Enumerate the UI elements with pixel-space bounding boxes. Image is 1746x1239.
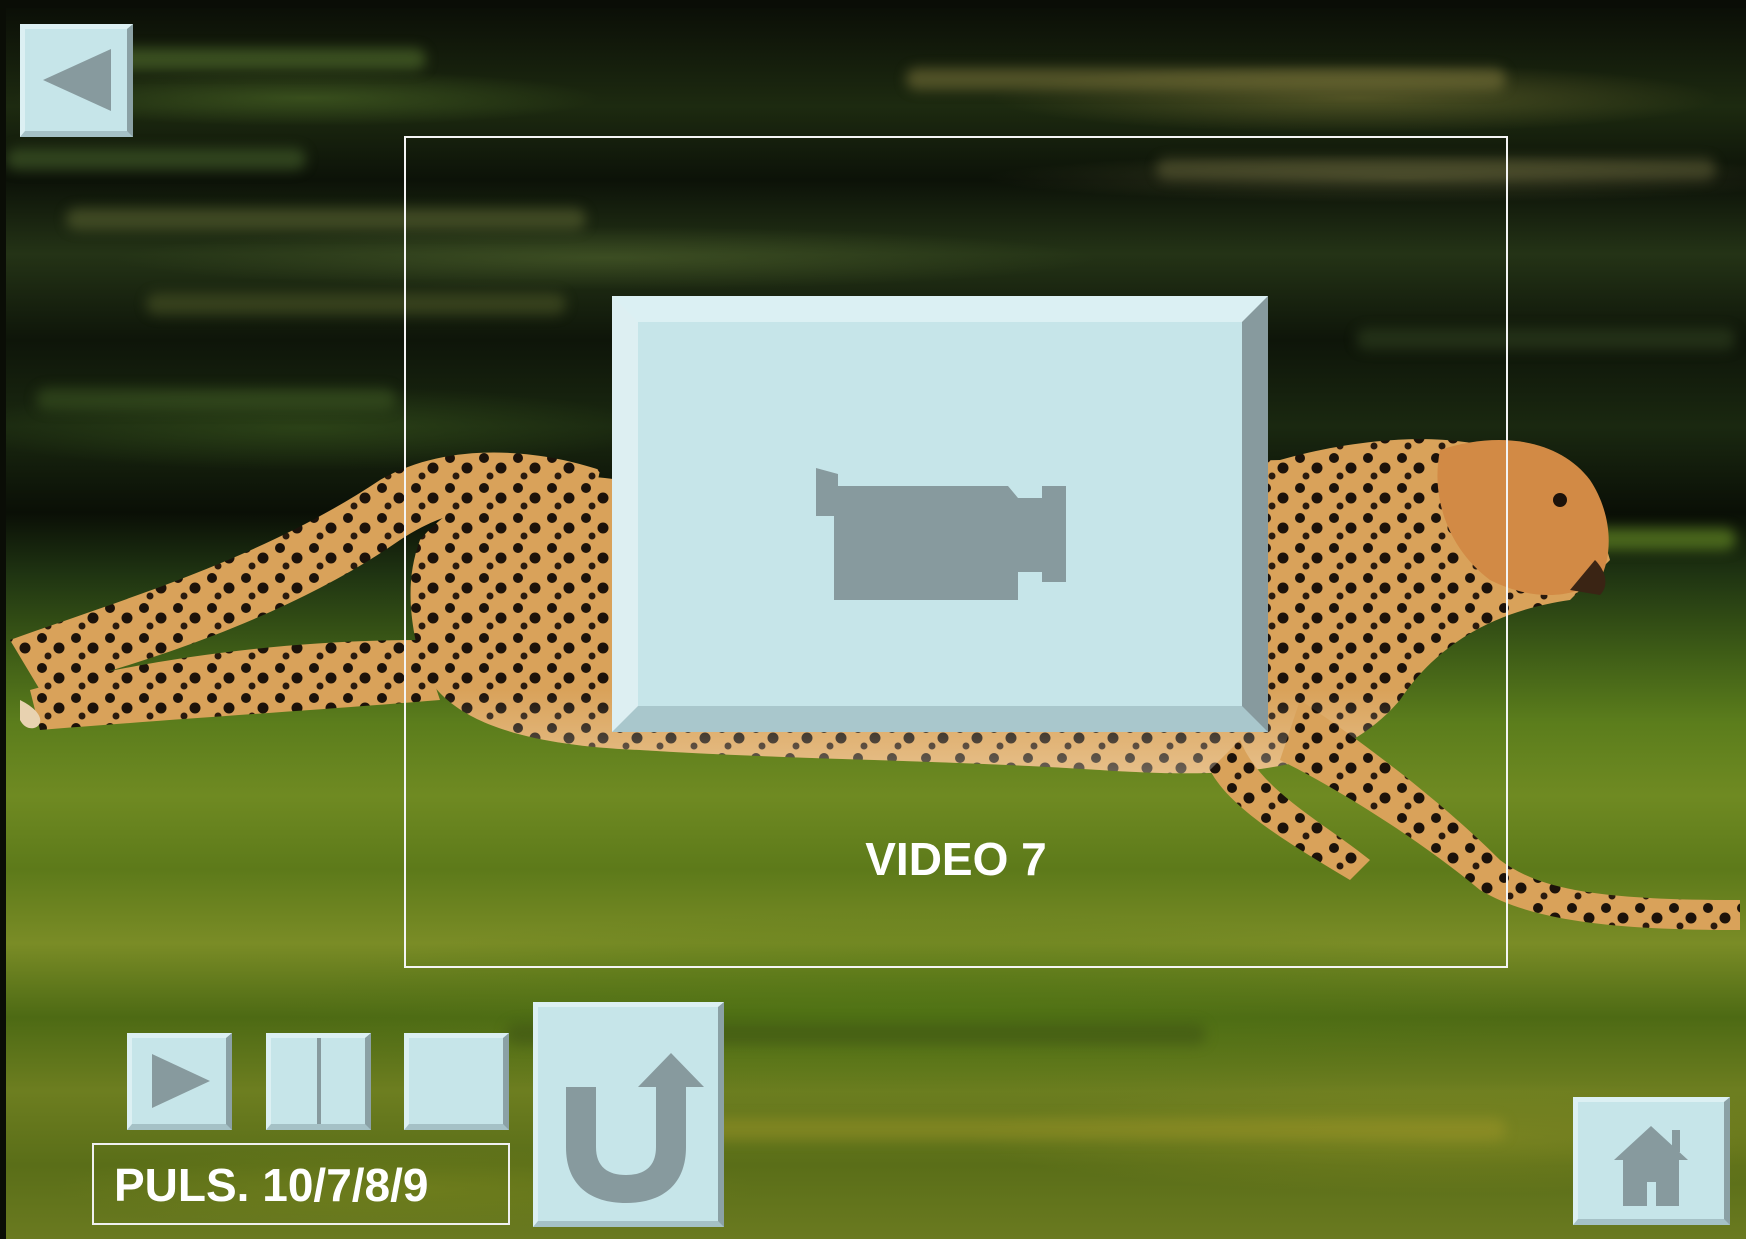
pulse-label-box: PULS. 10/7/8/9	[92, 1143, 510, 1225]
pulse-label: PULS. 10/7/8/9	[114, 1159, 429, 1211]
stop-icon	[409, 1038, 503, 1124]
stop-button[interactable]	[404, 1033, 509, 1130]
play-button[interactable]	[127, 1033, 232, 1130]
home-button[interactable]	[1573, 1097, 1730, 1225]
play-icon	[152, 1054, 210, 1108]
return-arrow-icon	[566, 1053, 704, 1203]
video-camera-icon	[816, 468, 1066, 600]
return-button[interactable]	[533, 1002, 724, 1227]
pause-button[interactable]	[266, 1033, 371, 1130]
triangle-left-icon	[43, 49, 111, 111]
pause-icon	[317, 1038, 321, 1124]
slide-stage: VIDEO 7 PULS. 10/7/8/9	[0, 0, 1746, 1239]
back-button[interactable]	[20, 24, 133, 137]
video-title: VIDEO 7	[865, 833, 1047, 885]
home-icon	[1614, 1126, 1688, 1206]
video-placeholder[interactable]	[612, 296, 1268, 732]
